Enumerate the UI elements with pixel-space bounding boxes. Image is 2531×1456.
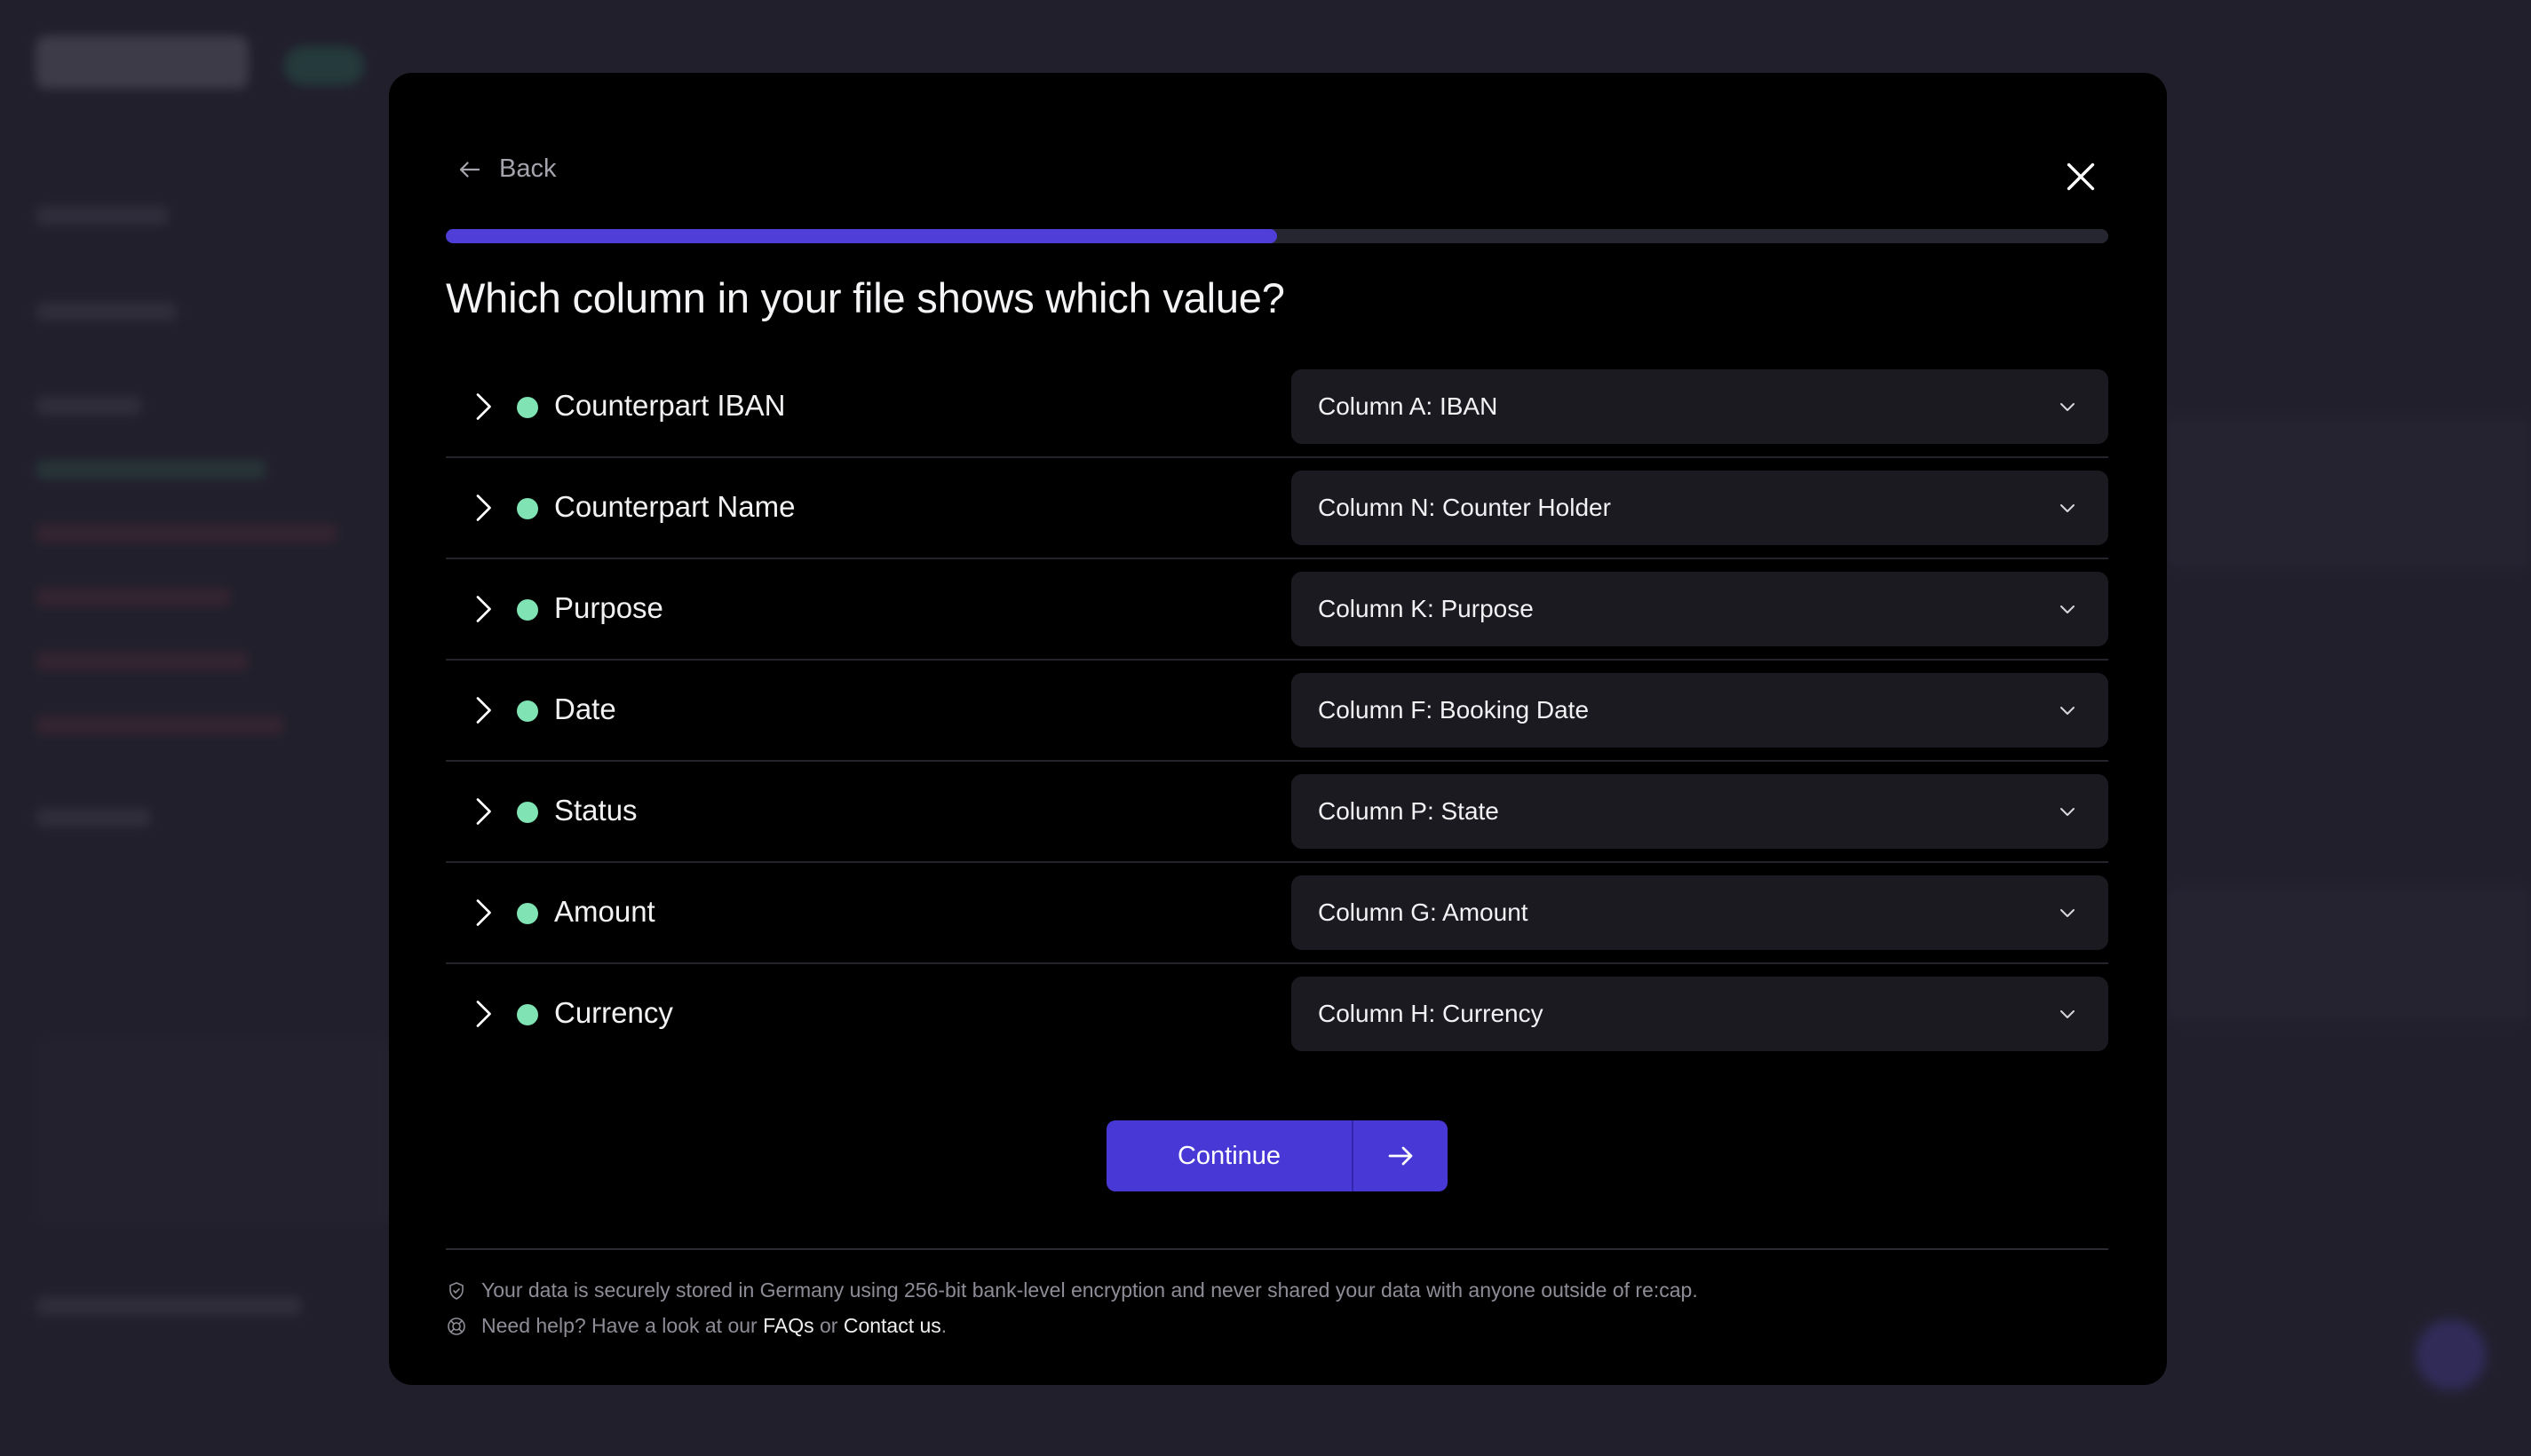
- progress-bar: [446, 229, 2108, 243]
- field-label: Status: [554, 794, 638, 827]
- column-select[interactable]: Column K: Purpose: [1291, 572, 2108, 646]
- column-select-value: Column H: Currency: [1318, 1000, 1543, 1027]
- column-select-value: Column N: Counter Holder: [1318, 494, 1611, 521]
- close-icon[interactable]: [2060, 156, 2101, 197]
- contact-us-link[interactable]: Contact us: [844, 1314, 941, 1338]
- progress-bar-fill: [446, 229, 1277, 243]
- column-select[interactable]: Column P: State: [1291, 774, 2108, 849]
- help-notice: Need help? Have a look at our FAQs or Co…: [446, 1314, 947, 1338]
- back-label: Back: [499, 154, 557, 183]
- field-label: Counterpart IBAN: [554, 389, 786, 422]
- chevron-down-icon: [2060, 909, 2075, 917]
- mapping-row: Amount Column G: Amount: [446, 863, 2108, 964]
- column-select[interactable]: Column N: Counter Holder: [1291, 471, 2108, 545]
- column-select[interactable]: Column A: IBAN: [1291, 369, 2108, 444]
- continue-arrow: [1353, 1120, 1448, 1191]
- status-dot: [517, 498, 538, 519]
- back-button[interactable]: Back: [456, 154, 556, 184]
- column-select-value: Column A: IBAN: [1318, 392, 1498, 420]
- chevron-down-icon: [2060, 1010, 2075, 1018]
- mapping-row: Currency Column H: Currency: [446, 964, 2108, 1065]
- chevron-right-icon[interactable]: [467, 492, 499, 524]
- chevron-right-icon[interactable]: [467, 391, 499, 423]
- chevron-down-icon: [2060, 504, 2075, 512]
- footer-divider: [446, 1248, 2108, 1250]
- chevron-right-icon[interactable]: [467, 897, 499, 929]
- column-select[interactable]: Column H: Currency: [1291, 977, 2108, 1051]
- column-select-value: Column F: Booking Date: [1318, 696, 1590, 724]
- field-label: Purpose: [554, 591, 663, 624]
- column-select[interactable]: Column G: Amount: [1291, 875, 2108, 950]
- chevron-right-icon[interactable]: [467, 694, 499, 726]
- column-select-value: Column K: Purpose: [1318, 595, 1534, 622]
- mapping-row: Date Column F: Booking Date: [446, 661, 2108, 762]
- field-label: Counterpart Name: [554, 490, 796, 523]
- chevron-right-icon[interactable]: [467, 593, 499, 625]
- status-dot: [517, 700, 538, 722]
- chevron-down-icon: [2060, 605, 2075, 613]
- mapping-row: Purpose Column K: Purpose: [446, 559, 2108, 661]
- column-mapping-modal: Back Which column in your file shows whi…: [389, 73, 2167, 1385]
- mapping-row: Counterpart Name Column N: Counter Holde…: [446, 458, 2108, 559]
- status-dot: [517, 397, 538, 418]
- field-label: Currency: [554, 996, 673, 1029]
- chevron-down-icon: [2060, 403, 2075, 411]
- help-lifebuoy-icon: [448, 1317, 465, 1335]
- column-select[interactable]: Column F: Booking Date: [1291, 673, 2108, 748]
- shield-check-icon: [449, 1281, 464, 1300]
- arrow-right-icon: [1388, 1146, 1413, 1166]
- chevron-right-icon[interactable]: [467, 795, 499, 827]
- status-dot: [517, 1004, 538, 1025]
- continue-label: Continue: [1107, 1120, 1353, 1191]
- help-or: or: [820, 1314, 838, 1337]
- help-prefix: Need help? Have a look at our: [481, 1314, 758, 1337]
- chevron-right-icon[interactable]: [467, 998, 499, 1030]
- mapping-row: Status Column P: State: [446, 762, 2108, 863]
- column-select-value: Column G: Amount: [1318, 898, 1528, 926]
- security-notice: Your data is securely stored in Germany …: [446, 1278, 1698, 1302]
- mapping-row: Counterpart IBAN Column A: IBAN: [446, 357, 2108, 458]
- mapping-list: Counterpart IBAN Column A: IBAN Counterp…: [446, 357, 2108, 1065]
- chevron-down-icon: [2060, 707, 2075, 715]
- chevron-down-icon: [2060, 808, 2075, 816]
- modal-title: Which column in your file shows which va…: [446, 274, 1285, 321]
- security-text: Your data is securely stored in Germany …: [481, 1278, 1698, 1302]
- field-label: Amount: [554, 895, 655, 928]
- faq-link[interactable]: FAQs: [763, 1314, 814, 1338]
- status-dot: [517, 802, 538, 823]
- status-dot: [517, 599, 538, 621]
- help-suffix: .: [940, 1314, 948, 1337]
- column-select-value: Column P: State: [1318, 797, 1499, 825]
- field-label: Date: [554, 692, 616, 725]
- status-dot: [517, 903, 538, 924]
- continue-button[interactable]: Continue: [1107, 1120, 1448, 1191]
- arrow-left-icon: [459, 161, 480, 178]
